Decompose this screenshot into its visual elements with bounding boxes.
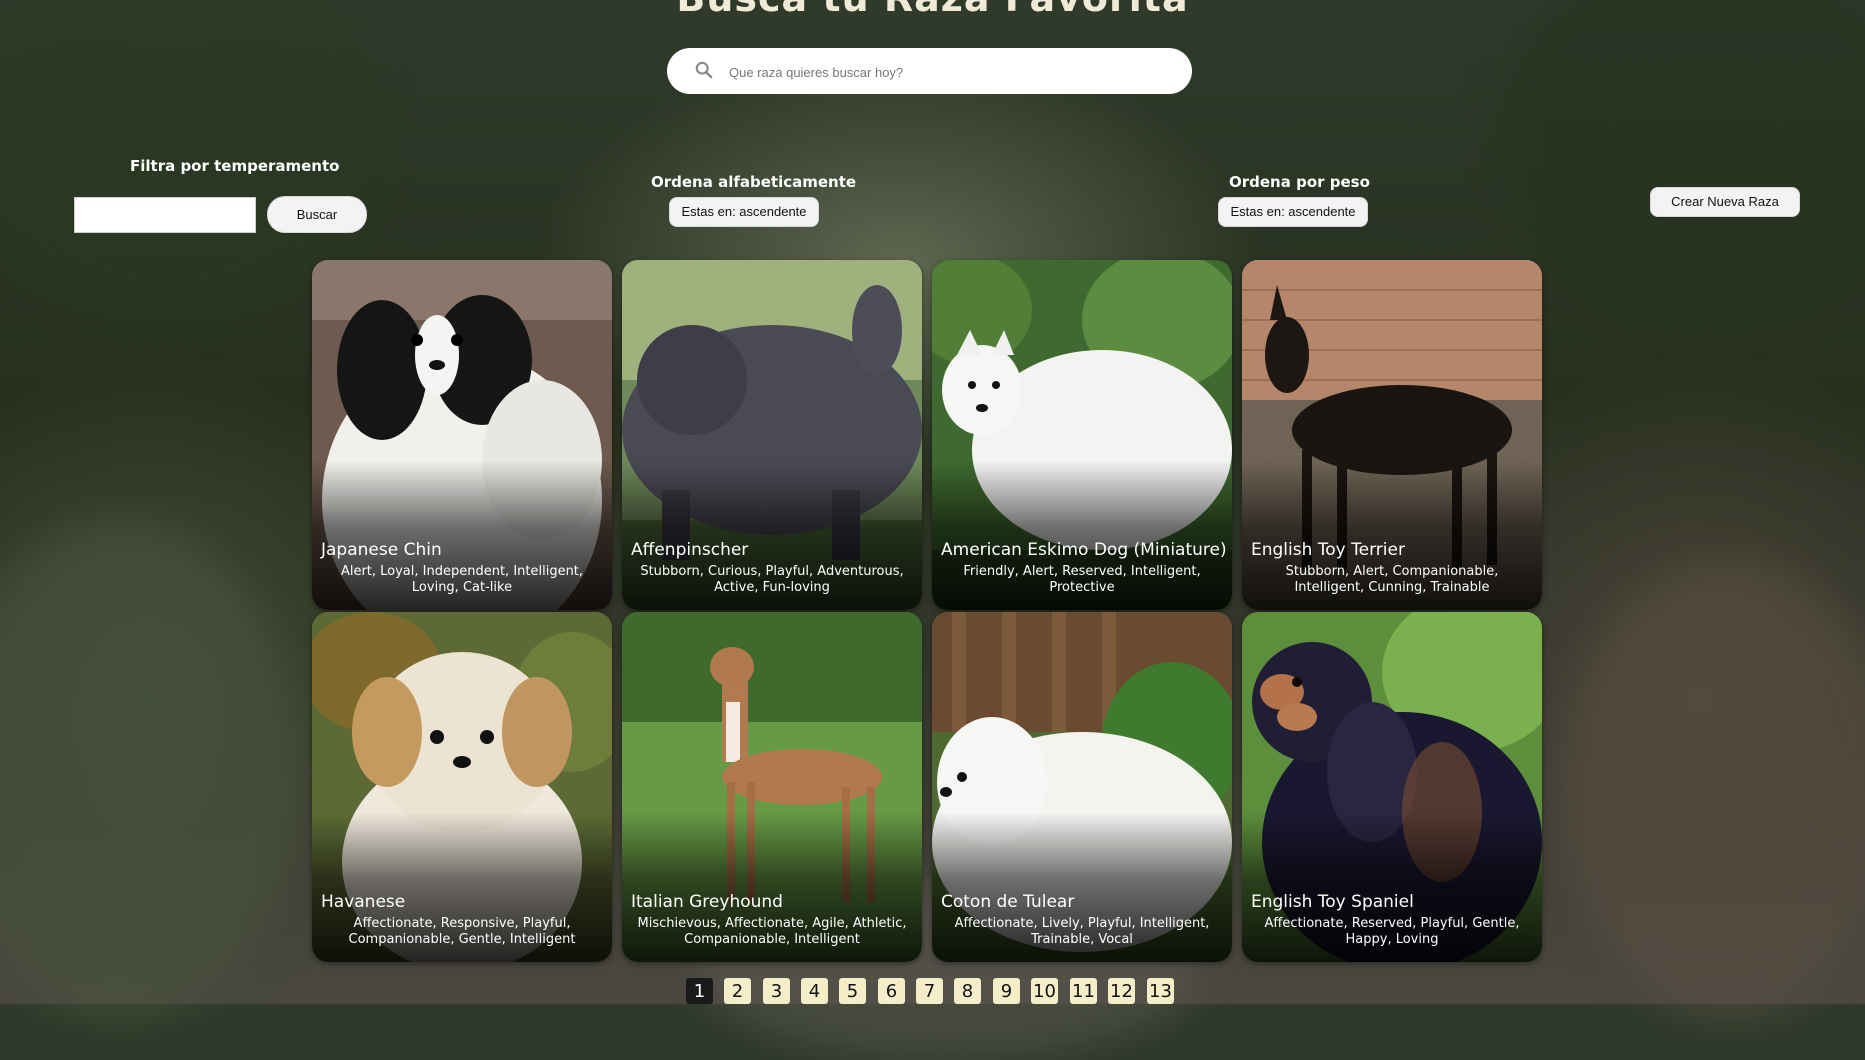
page-button[interactable]: 12 (1108, 978, 1135, 1004)
breed-temperament: Affectionate, Responsive, Playful, Compa… (348, 916, 576, 947)
breed-temperament: Mischievous, Affectionate, Agile, Athlet… (637, 916, 907, 947)
breed-name: Affenpinscher (631, 540, 749, 560)
breed-temperament: Stubborn, Alert, Companionable, Intellig… (1285, 564, 1499, 595)
breed-temperament: Affectionate, Lively, Playful, Intellige… (954, 916, 1210, 947)
breed-name: Italian Greyhound (631, 892, 783, 912)
weight-sort-label: Ordena por peso (1229, 173, 1370, 191)
page-button[interactable]: 13 (1147, 978, 1174, 1004)
breed-name: American Eskimo Dog (Miniature) (941, 540, 1227, 560)
breed-name: Japanese Chin (321, 540, 442, 560)
breed-name: English Toy Terrier (1251, 540, 1405, 560)
create-breed-button[interactable]: Crear Nueva Raza (1650, 187, 1800, 217)
weight-sort-button[interactable]: Estas en: ascendente (1218, 197, 1368, 227)
page-button[interactable]: 3 (763, 978, 790, 1004)
breed-temperament: Stubborn, Curious, Playful, Adventurous,… (640, 564, 904, 595)
breed-card[interactable]: Italian Greyhound Mischievous, Affection… (622, 612, 922, 962)
page-button[interactable]: 8 (954, 978, 981, 1004)
search-temperament-button[interactable]: Buscar (267, 196, 367, 233)
temperament-input[interactable] (74, 197, 256, 233)
breed-card[interactable]: English Toy Spaniel Affectionate, Reserv… (1242, 612, 1542, 962)
page-button[interactable]: 7 (916, 978, 943, 1004)
page-button[interactable]: 10 (1031, 978, 1058, 1004)
page-button[interactable]: 6 (878, 978, 905, 1004)
page-button[interactable]: 1 (686, 978, 713, 1004)
breed-card[interactable]: Japanese Chin Alert, Loyal, Independent,… (312, 260, 612, 610)
alphabetical-sort-label: Ordena alfabeticamente (651, 173, 857, 191)
search-bar[interactable] (667, 48, 1192, 94)
background-foliage (0, 520, 300, 1020)
page-button[interactable]: 11 (1070, 978, 1097, 1004)
search-input[interactable] (727, 58, 1171, 86)
breed-card[interactable]: Havanese Affectionate, Responsive, Playf… (312, 612, 612, 962)
breed-name: Havanese (321, 892, 406, 912)
breed-card[interactable]: Coton de Tulear Affectionate, Lively, Pl… (932, 612, 1232, 962)
page-button[interactable]: 9 (993, 978, 1020, 1004)
page-button[interactable]: 5 (839, 978, 866, 1004)
breed-temperament: Alert, Loyal, Independent, Intelligent, … (340, 564, 584, 595)
background-foliage (1500, 0, 1865, 320)
search-icon (695, 61, 713, 79)
breed-card[interactable]: Affenpinscher Stubborn, Curious, Playful… (622, 260, 922, 610)
alphabetical-sort-button[interactable]: Estas en: ascendente (669, 197, 819, 227)
page-title: Busca tu Raza Favorita (0, 0, 1865, 20)
page-button[interactable]: 4 (801, 978, 828, 1004)
breed-name: English Toy Spaniel (1251, 892, 1414, 912)
temperament-filter-label: Filtra por temperamento (130, 157, 340, 175)
page-button[interactable]: 2 (724, 978, 751, 1004)
breed-temperament: Affectionate, Reserved, Playful, Gentle,… (1264, 916, 1520, 947)
breed-name: Coton de Tulear (941, 892, 1075, 912)
background-foliage (1560, 560, 1865, 1020)
breed-temperament: Friendly, Alert, Reserved, Intelligent, … (963, 564, 1201, 595)
breed-card[interactable]: English Toy Terrier Stubborn, Alert, Com… (1242, 260, 1542, 610)
breed-card[interactable]: American Eskimo Dog (Miniature) Friendly… (932, 260, 1232, 610)
